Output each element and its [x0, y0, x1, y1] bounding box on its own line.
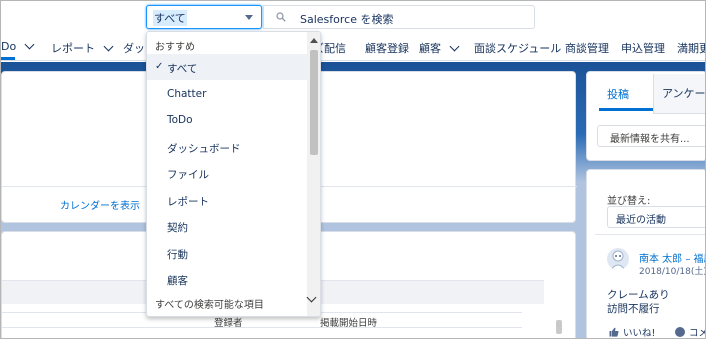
search-scope-select[interactable]: すべて [146, 5, 262, 29]
like-button[interactable]: いいね! [609, 325, 656, 339]
view-calendar-link[interactable]: カレンダーを表示 [60, 197, 140, 212]
nav-item-label: 申込管理 [621, 42, 665, 55]
avatar[interactable] [607, 248, 629, 270]
dropdown-option-label: レポート [167, 196, 209, 208]
dropdown-option-label: ファイル [167, 169, 209, 181]
check-icon: ✓ [155, 61, 164, 72]
nav-item-renewal[interactable]: 満期更新 [677, 40, 705, 56]
feed-card: 並び替え: 最近の活動 南本 太郎 – 福原 2018/10/18(土) クレー… [586, 169, 705, 339]
divider [595, 234, 705, 235]
chevron-down-icon[interactable] [103, 41, 114, 51]
search-scope-dropdown: おすすめ ✓ すべて Chatter ToDo ダッシュボード ファイル レポー… [146, 31, 321, 317]
nav-item-label: 満期更新 [677, 42, 705, 55]
nav-item-reports[interactable]: レポート [51, 40, 114, 56]
dropdown-option-label: ToDo [167, 114, 193, 126]
nav-item-label: 面談スケジュール [474, 42, 562, 55]
global-header: すべて Salesforce を検索 [1, 1, 705, 33]
nav-item-dashboards[interactable]: ダッ [123, 40, 145, 56]
nav-item-label: 顧客 [419, 42, 441, 55]
dropdown-option-label: すべて [167, 63, 198, 75]
nav-item-customers[interactable]: 顧客 [419, 40, 460, 56]
post-timestamp[interactable]: 2018/10/18(土) [639, 264, 705, 277]
nav-item-deal-management[interactable]: 商談管理 [565, 40, 609, 56]
dropdown-option-contracts[interactable]: 契約 [147, 213, 307, 239]
search-placeholder: Salesforce を検索 [300, 13, 394, 26]
publisher-card: 投稿 アンケート 最新情報を共有... [586, 71, 706, 161]
scrollbar[interactable] [556, 320, 562, 334]
nav-item-label: 顧客登録 [365, 42, 409, 55]
comment-label: コメ [689, 328, 705, 339]
comment-icon [675, 327, 685, 337]
sort-label: 並び替え: [607, 196, 651, 207]
post-body-line: 訪問不履行 [607, 303, 660, 315]
chevron-down-icon[interactable] [24, 39, 35, 50]
nav-item-label: レポート [51, 42, 95, 55]
post-body-line: クレームあり [607, 289, 670, 301]
sort-select[interactable]: 最近の活動 [607, 206, 705, 228]
nav-item-customer-registration[interactable]: 顧客登録 [365, 40, 409, 56]
dropdown-option-dashboard[interactable]: ダッシュボード [147, 134, 307, 160]
dropdown-option-label: 契約 [167, 222, 188, 234]
sort-value: 最近の活動 [616, 215, 666, 226]
dropdown-option-label: 顧客 [167, 275, 188, 287]
comment-button[interactable]: コメ [675, 325, 705, 339]
chevron-down-icon[interactable] [449, 41, 460, 51]
post-author-link[interactable]: 南本 太郎 – 福原 [639, 250, 705, 265]
dropdown-option-label: Chatter [167, 88, 207, 100]
dropdown-option-reports[interactable]: レポート [147, 187, 307, 213]
tab-survey[interactable]: アンケート [653, 74, 706, 114]
dropdown-option-chatter[interactable]: Chatter [147, 81, 307, 107]
tab-post[interactable]: 投稿 [607, 86, 629, 102]
dropdown-option-files[interactable]: ファイル [147, 160, 307, 186]
thumbs-up-icon [609, 327, 619, 337]
active-tab-indicator [599, 108, 653, 111]
nav-item-label: 商談管理 [565, 42, 609, 55]
scroll-up-arrow-icon[interactable] [310, 38, 318, 43]
column-header-registrant[interactable]: 登録者 [214, 315, 243, 329]
dropdown-option-label: ダッシュボード [167, 143, 241, 155]
tab-label: アンケート [662, 87, 706, 100]
like-label: いいね! [623, 328, 656, 339]
search-scope-value: すべて [153, 10, 187, 26]
share-placeholder: 最新情報を共有... [610, 134, 690, 145]
caret-down-icon [245, 15, 253, 20]
search-icon [276, 12, 286, 22]
nav-item-application-management[interactable]: 申込管理 [621, 40, 665, 56]
share-update-input[interactable]: 最新情報を共有... [597, 125, 705, 147]
nav-item-label: Do [1, 40, 17, 53]
dropdown-section-heading: おすすめ [155, 42, 195, 53]
nav-item-label: ダッ [123, 42, 145, 55]
dropdown-option-customers[interactable]: 顧客 [147, 266, 307, 292]
nav-active-indicator [1, 57, 15, 60]
dropdown-option-todo[interactable]: ToDo [147, 107, 307, 133]
nav-item-todo[interactable]: Do [1, 39, 35, 53]
global-search-input[interactable]: Salesforce を検索 [263, 5, 535, 29]
dropdown-footer-all-searchable-fields[interactable]: すべての検索可能な項目 [155, 296, 264, 311]
dropdown-option-all[interactable]: ✓ すべて [147, 54, 307, 80]
column-header-publish-start[interactable]: 掲載開始日時 [320, 315, 377, 329]
dropdown-option-label: 行動 [167, 249, 188, 261]
dropdown-option-events[interactable]: 行動 [147, 240, 307, 266]
user-avatar-icon [610, 250, 626, 270]
scrollbar-thumb[interactable] [310, 50, 318, 155]
app-window: すべて Salesforce を検索 Do レポート ダッ ズ配信 顧客登録 顧… [0, 0, 706, 339]
nav-item-meeting-schedule[interactable]: 面談スケジュール [474, 40, 561, 56]
navigation-bar: Do レポート ダッ ズ配信 顧客登録 顧客 面談スケジュール 商談管理 申込管… [1, 33, 705, 61]
